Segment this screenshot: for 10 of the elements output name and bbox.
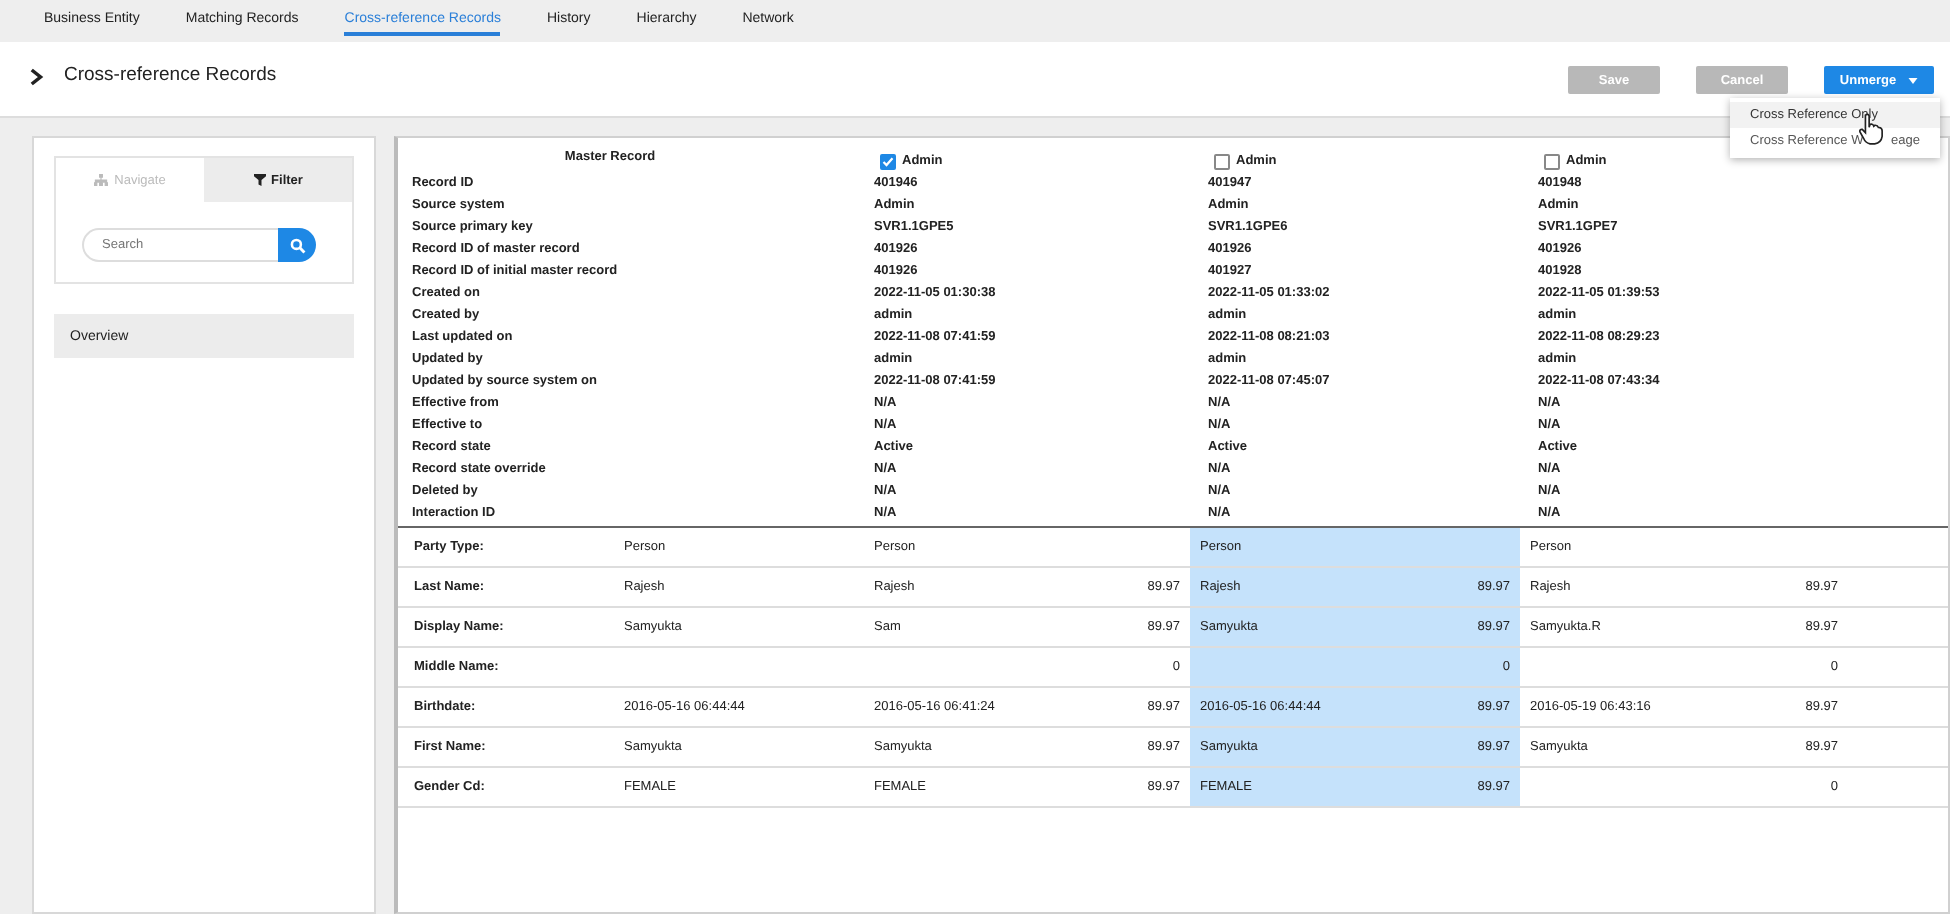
checkbox[interactable]: [880, 153, 896, 169]
filter-icon: [253, 174, 266, 186]
search-icon: [289, 237, 305, 253]
checkbox[interactable]: [1544, 153, 1560, 169]
caret-icon: [1908, 77, 1919, 83]
search-button[interactable]: [278, 228, 316, 262]
checkbox[interactable]: [1214, 153, 1230, 169]
hierarchy-icon: [94, 174, 109, 186]
page-title: Cross-reference Records: [64, 64, 277, 86]
chevron-icon[interactable]: [30, 68, 44, 86]
